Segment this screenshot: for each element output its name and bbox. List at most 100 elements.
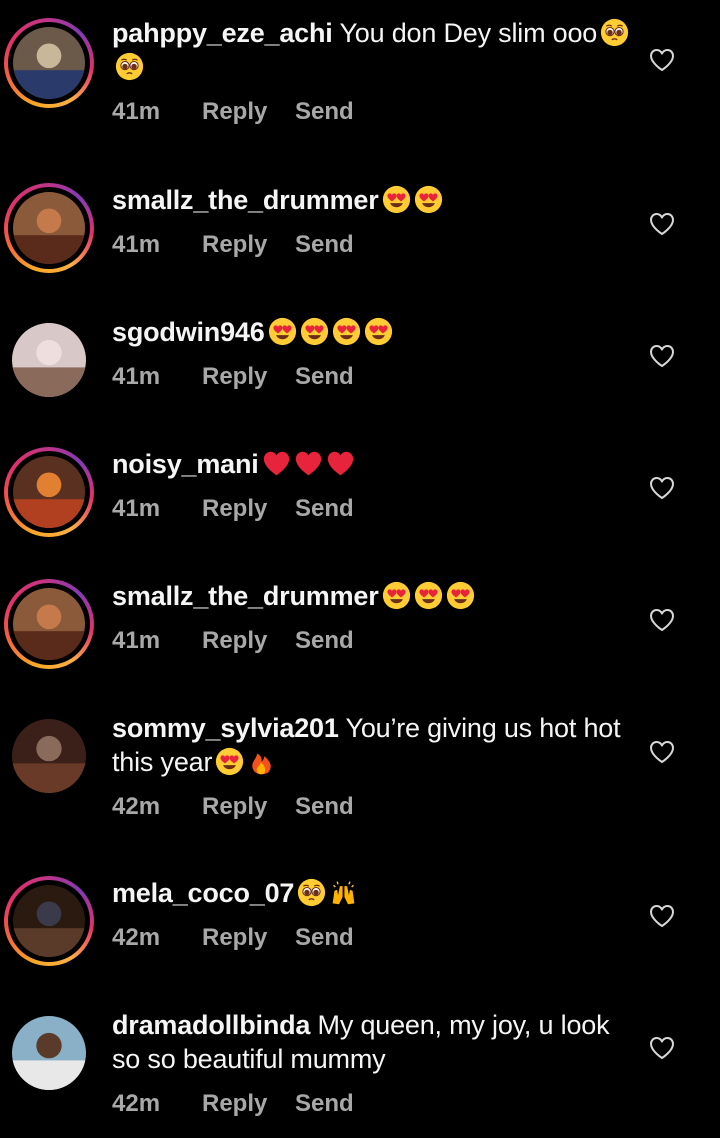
comment-text: smallz_the_drummer: [112, 183, 632, 217]
comment-timestamp: 42m: [112, 793, 161, 820]
comment-username[interactable]: sgodwin946: [112, 317, 265, 347]
comment-username[interactable]: pahppy_eze_achi: [112, 18, 333, 48]
send-button[interactable]: Send: [295, 98, 354, 126]
comment-timestamp: 41m: [112, 98, 161, 125]
raising-hands-emoji-icon: [329, 878, 358, 907]
avatar[interactable]: [4, 876, 94, 966]
send-button[interactable]: Send: [295, 793, 354, 821]
reply-button[interactable]: Reply: [202, 924, 295, 952]
comment-timestamp: 41m: [112, 495, 161, 522]
comment-message: You don Dey slim ooo: [339, 18, 598, 48]
like-heart-icon[interactable]: [649, 344, 675, 368]
heart-eyes-emoji-icon: [446, 581, 475, 610]
avatar-image: [12, 1016, 86, 1090]
comment-timestamp: 42m: [112, 924, 161, 951]
comment-username[interactable]: noisy_mani: [112, 449, 259, 479]
like-heart-icon[interactable]: [649, 904, 675, 928]
comment-body: dramadollbinda My queen, my joy, u look …: [112, 1008, 632, 1118]
comment-username[interactable]: smallz_the_drummer: [112, 581, 379, 611]
avatar-image: [13, 456, 85, 528]
like-heart-icon[interactable]: [649, 476, 675, 500]
comment-text: sommy_sylvia201 You’re giving us hot hot…: [112, 711, 632, 779]
comment-timestamp: 41m: [112, 231, 161, 258]
fire-emoji-icon: [247, 747, 276, 776]
reply-button[interactable]: Reply: [202, 98, 295, 126]
comment-timestamp: 41m: [112, 627, 161, 654]
send-button[interactable]: Send: [295, 1090, 354, 1118]
comment-text: dramadollbinda My queen, my joy, u look …: [112, 1008, 632, 1076]
heart-eyes-emoji-icon: [332, 317, 361, 346]
avatar[interactable]: [4, 579, 94, 669]
comment-text: pahppy_eze_achi You don Dey slim ooo: [112, 16, 632, 84]
comment-text: sgodwin946: [112, 315, 632, 349]
comment-body: smallz_the_drummer 41m Reply Send: [112, 579, 632, 655]
comment-body: noisy_mani 41m Reply Send: [112, 447, 632, 523]
avatar[interactable]: [4, 711, 94, 801]
reply-button[interactable]: Reply: [202, 793, 295, 821]
red-heart-emoji-icon: [262, 449, 291, 478]
pleading-face-emoji-icon: [600, 18, 629, 47]
pleading-face-emoji-icon: [297, 878, 326, 907]
comment-username[interactable]: smallz_the_drummer: [112, 185, 379, 215]
pleading-face-emoji-icon: [115, 52, 144, 81]
like-heart-icon[interactable]: [649, 608, 675, 632]
send-button[interactable]: Send: [295, 924, 354, 952]
avatar-image: [13, 27, 85, 99]
comment-username[interactable]: dramadollbinda: [112, 1010, 310, 1040]
heart-eyes-emoji-icon: [414, 581, 443, 610]
comment-timestamp: 41m: [112, 363, 161, 390]
comment-username[interactable]: mela_coco_07: [112, 878, 294, 908]
comment-body: mela_coco_07 42m Reply Send: [112, 876, 632, 952]
like-heart-icon[interactable]: [649, 740, 675, 764]
reply-button[interactable]: Reply: [202, 627, 295, 655]
reply-button[interactable]: Reply: [202, 363, 295, 391]
comment-text: mela_coco_07: [112, 876, 632, 910]
heart-eyes-emoji-icon: [215, 747, 244, 776]
comment-username[interactable]: sommy_sylvia201: [112, 713, 339, 743]
heart-eyes-emoji-icon: [364, 317, 393, 346]
send-button[interactable]: Send: [295, 363, 354, 391]
heart-eyes-emoji-icon: [300, 317, 329, 346]
avatar[interactable]: [4, 447, 94, 537]
avatar-image: [13, 885, 85, 957]
avatar-image: [13, 588, 85, 660]
send-button[interactable]: Send: [295, 495, 354, 523]
comment-meta: 42m Reply Send: [112, 1090, 632, 1118]
comment-body: smallz_the_drummer 41m Reply Send: [112, 183, 632, 259]
comment-meta: 41m Reply Send: [112, 495, 632, 523]
reply-button[interactable]: Reply: [202, 231, 295, 259]
heart-eyes-emoji-icon: [382, 581, 411, 610]
heart-eyes-emoji-icon: [382, 185, 411, 214]
comment-meta: 42m Reply Send: [112, 793, 632, 821]
comment-meta: 42m Reply Send: [112, 924, 632, 952]
send-button[interactable]: Send: [295, 231, 354, 259]
comments-list: pahppy_eze_achi You don Dey slim ooo 41m R…: [0, 0, 720, 1138]
avatar-image: [12, 719, 86, 793]
red-heart-emoji-icon: [326, 449, 355, 478]
avatar[interactable]: [4, 315, 94, 405]
send-button[interactable]: Send: [295, 627, 354, 655]
red-heart-emoji-icon: [294, 449, 323, 478]
like-heart-icon[interactable]: [649, 48, 675, 72]
reply-button[interactable]: Reply: [202, 1090, 295, 1118]
comment-body: sommy_sylvia201 You’re giving us hot hot…: [112, 711, 632, 821]
comment-timestamp: 42m: [112, 1090, 161, 1117]
comment-meta: 41m Reply Send: [112, 627, 632, 655]
avatar[interactable]: [4, 18, 94, 108]
comment-text: smallz_the_drummer: [112, 579, 632, 613]
comment-meta: 41m Reply Send: [112, 231, 632, 259]
like-heart-icon[interactable]: [649, 212, 675, 236]
avatar-image: [12, 323, 86, 397]
heart-eyes-emoji-icon: [268, 317, 297, 346]
avatar-image: [13, 192, 85, 264]
comment-meta: 41m Reply Send: [112, 98, 632, 126]
comment-text: noisy_mani: [112, 447, 632, 481]
like-heart-icon[interactable]: [649, 1036, 675, 1060]
heart-eyes-emoji-icon: [414, 185, 443, 214]
comment-body: sgodwin946 41m Reply Send: [112, 315, 632, 391]
reply-button[interactable]: Reply: [202, 495, 295, 523]
avatar[interactable]: [4, 183, 94, 273]
comment-meta: 41m Reply Send: [112, 363, 632, 391]
avatar[interactable]: [4, 1008, 94, 1098]
comment-body: pahppy_eze_achi You don Dey slim ooo 41m R…: [112, 16, 632, 126]
